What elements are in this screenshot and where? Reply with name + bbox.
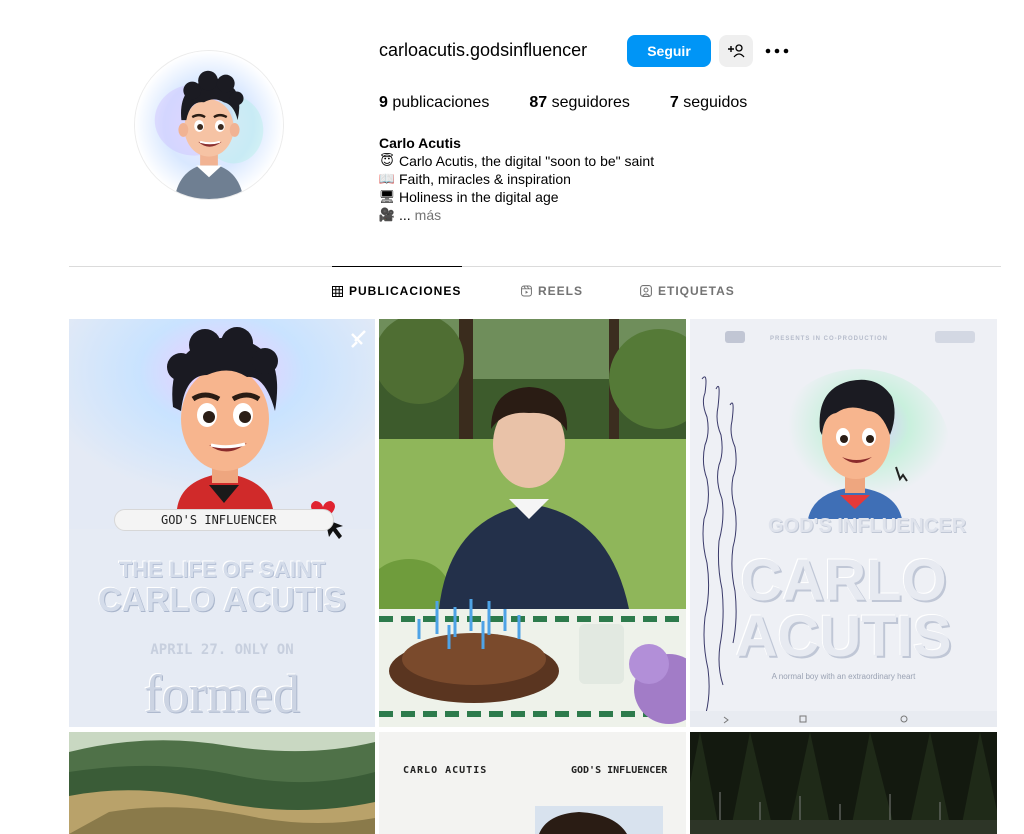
bio-line: 🖥 Holiness in the digital age <box>378 189 559 205</box>
post-image <box>690 732 997 834</box>
tabs-divider <box>69 266 1001 267</box>
post-title-line: CARLO ACUTIS <box>97 581 347 618</box>
avatar-illustration <box>135 51 283 199</box>
more-options-icon <box>765 48 789 54</box>
post-tile[interactable] <box>690 732 997 834</box>
post-header-text: PRESENTS IN CO-PRODUCTION <box>770 336 889 342</box>
profile-username: carloacutis.godsinfluencer <box>379 40 588 60</box>
post-tile[interactable] <box>69 732 375 834</box>
computer-emoji-icon: 🖥 <box>378 189 396 204</box>
post-title-line: CARLO <box>740 548 947 613</box>
tab-publicaciones[interactable]: PUBLICACIONES <box>332 284 462 298</box>
follow-button[interactable]: Seguir <box>627 35 711 67</box>
posts-count: 9 publicaciones <box>379 94 490 111</box>
more-options-button[interactable] <box>762 35 792 67</box>
tab-reels[interactable]: REELS <box>521 284 583 298</box>
book-emoji-icon: 📖 <box>378 171 396 186</box>
bio-line: 😇 Carlo Acutis, the digital "soon to be"… <box>380 153 655 169</box>
tab-etiquetas[interactable]: ETIQUETAS <box>640 284 735 298</box>
post-image <box>69 732 375 834</box>
post-brand: formed <box>144 664 300 724</box>
bio-line: 🎥 ... más <box>378 206 442 224</box>
post-tagline: A normal boy with an extraordinary heart <box>771 672 916 681</box>
bio-more-link[interactable]: más <box>415 206 441 224</box>
grid-icon <box>332 285 343 297</box>
tagged-icon <box>640 285 652 297</box>
post-image <box>379 732 686 834</box>
followers-count[interactable]: 87 seguidores <box>529 94 630 112</box>
profile-avatar[interactable] <box>134 50 284 200</box>
post-date: APRIL 27. ONLY ON <box>150 642 294 658</box>
active-tab-indicator <box>332 266 462 267</box>
reels-icon <box>521 285 532 297</box>
post-image <box>379 319 686 727</box>
post-badge: GOD'S INFLUENCER <box>114 509 334 531</box>
post-title-line: THE LIFE OF SAINT <box>118 557 326 582</box>
profile-bio: Carlo Acutis 😇 Carlo Acutis, the digital… <box>379 134 654 224</box>
halo-emoji-icon: 😇 <box>380 153 394 168</box>
suggested-accounts-button[interactable] <box>719 35 753 67</box>
camera-emoji-icon: 🎥 <box>378 207 396 222</box>
post-tile[interactable]: CARLO ACUTIS GOD'S INFLUENCER <box>379 732 686 834</box>
post-header-text: CARLO ACUTIS <box>403 765 488 776</box>
post-tile[interactable] <box>379 319 686 727</box>
post-tile[interactable]: PRESENTS IN CO-PRODUCTION GOD'S INFLUENC… <box>690 319 997 727</box>
profile-stats: 9 publicaciones 87 seguidores 7 seguidos <box>379 94 787 112</box>
bio-line: 📖 Faith, miracles & inspiration <box>378 171 571 187</box>
bio-name: Carlo Acutis <box>379 135 461 151</box>
add-person-icon <box>728 44 745 58</box>
post-title-line: ACUTIS <box>735 604 952 669</box>
profile-tabs: PUBLICACIONES REELS ETIQUETAS <box>332 284 735 298</box>
post-subtitle: GOD'S INFLUENCER <box>768 515 967 537</box>
post-header-text: GOD'S INFLUENCER <box>571 765 668 776</box>
post-tile[interactable]: GOD'S INFLUENCER THE LIFE OF SAINT CARLO… <box>69 319 375 727</box>
following-count[interactable]: 7 seguidos <box>670 94 747 112</box>
